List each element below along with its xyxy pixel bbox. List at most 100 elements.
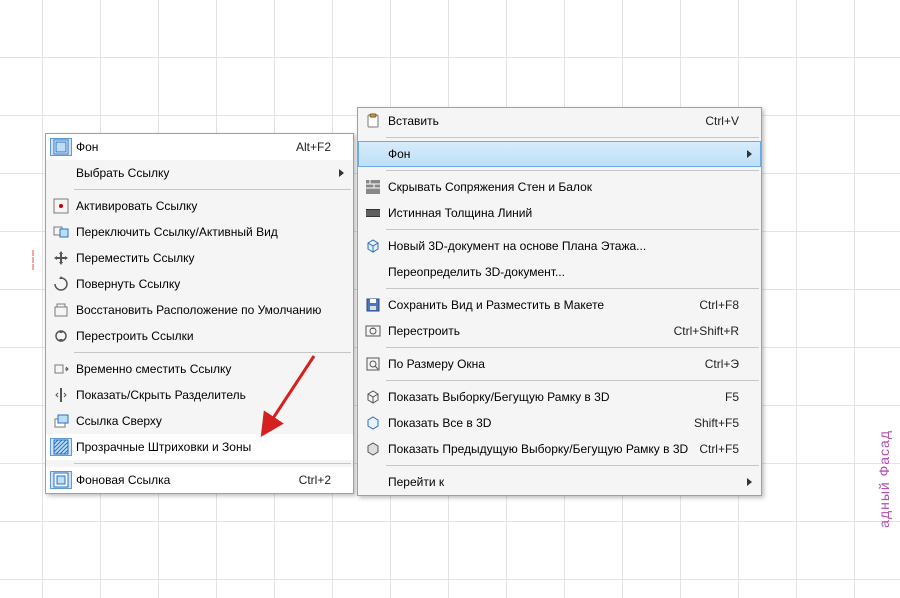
- elevation-label: адный Фасад: [876, 430, 896, 528]
- submenu-arrow-icon: [747, 475, 755, 489]
- menu-item[interactable]: Показать/Скрыть Разделитель: [46, 382, 353, 408]
- menu-item-label: Показать Предыдущую Выборку/Бегущую Рамк…: [384, 442, 699, 456]
- restore-icon: [50, 301, 72, 319]
- bglink-icon: [50, 471, 72, 489]
- paste-icon: [362, 112, 384, 130]
- showall3d-icon: [362, 414, 384, 432]
- menu-item[interactable]: Перестроить Ссылки: [46, 323, 353, 349]
- menu-separator: [386, 170, 759, 171]
- switch-icon: [50, 223, 72, 241]
- menu-item[interactable]: Активировать Ссылку: [46, 193, 353, 219]
- menu-item-label: Фоновая Ссылка: [72, 473, 299, 487]
- menu-item-label: Перестроить: [384, 324, 674, 338]
- menu-item-label: Активировать Ссылку: [72, 199, 339, 213]
- menu-item-label: Переопределить 3D-документ...: [384, 265, 747, 279]
- menu-separator: [386, 229, 759, 230]
- menu-item-label: По Размеру Окна: [384, 357, 705, 371]
- showprev3d-icon: [362, 440, 384, 458]
- ontop-icon: [50, 412, 72, 430]
- background-icon: [50, 138, 72, 156]
- blank-icon: [362, 263, 384, 281]
- menu-item[interactable]: Скрывать Сопряжения Стен и Балок: [358, 174, 761, 200]
- menu-item[interactable]: Повернуть Ссылку: [46, 271, 353, 297]
- blank-icon: [362, 145, 384, 163]
- menu-item[interactable]: Переопределить 3D-документ...: [358, 259, 761, 285]
- menu-item-shortcut: Ctrl+V: [705, 114, 747, 128]
- menu-item-shortcut: Shift+F5: [694, 416, 747, 430]
- new3d-icon: [362, 237, 384, 255]
- show3d-icon: [362, 388, 384, 406]
- walls-icon: [362, 178, 384, 196]
- lines-icon: [362, 204, 384, 222]
- menu-item[interactable]: ВставитьCtrl+V: [358, 108, 761, 134]
- menu-item[interactable]: Истинная Толщина Линий: [358, 200, 761, 226]
- save-icon: [362, 296, 384, 314]
- menu-item-shortcut: Ctrl+Shift+R: [674, 324, 747, 338]
- menu-item[interactable]: Новый 3D-документ на основе Плана Этажа.…: [358, 233, 761, 259]
- fit-icon: [362, 355, 384, 373]
- context-menu-trace-reference[interactable]: ФонAlt+F2Выбрать Ссылку Активировать Ссыл…: [45, 133, 354, 494]
- context-menu-main[interactable]: ВставитьCtrl+V Фон Скрывать Сопряжения Сте…: [357, 107, 762, 496]
- menu-item[interactable]: Ссылка Сверху: [46, 408, 353, 434]
- menu-item[interactable]: Показать Предыдущую Выборку/Бегущую Рамк…: [358, 436, 761, 462]
- rebuild-icon: [50, 327, 72, 345]
- menu-item[interactable]: По Размеру ОкнаCtrl+Э: [358, 351, 761, 377]
- menu-item-label: Вставить: [384, 114, 705, 128]
- menu-item-shortcut: Ctrl+F5: [699, 442, 747, 456]
- activate-icon: [50, 197, 72, 215]
- menu-item-label: Показать/Скрыть Разделитель: [72, 388, 339, 402]
- menu-item-label: Ссылка Сверху: [72, 414, 339, 428]
- submenu-arrow-icon: [747, 147, 755, 161]
- menu-item-label: Истинная Толщина Линий: [384, 206, 747, 220]
- transparent-icon: [50, 438, 72, 456]
- menu-separator: [386, 347, 759, 348]
- menu-item-shortcut: Ctrl+2: [299, 473, 339, 487]
- menu-item-label: Показать Выборку/Бегущую Рамку в 3D: [384, 390, 725, 404]
- menu-item-label: Временно сместить Ссылку: [72, 362, 339, 376]
- menu-item-label: Фон: [384, 147, 747, 161]
- menu-item-label: Прозрачные Штриховки и Зоны: [72, 440, 339, 454]
- menu-item[interactable]: Выбрать Ссылку: [46, 160, 353, 186]
- rebuild2-icon: [362, 322, 384, 340]
- menu-item[interactable]: ФонAlt+F2: [46, 134, 353, 160]
- menu-item[interactable]: Восстановить Расположение по Умолчанию: [46, 297, 353, 323]
- menu-separator: [386, 380, 759, 381]
- menu-separator: [386, 288, 759, 289]
- menu-separator: [74, 189, 351, 190]
- menu-separator: [74, 352, 351, 353]
- menu-item[interactable]: Временно сместить Ссылку: [46, 356, 353, 382]
- menu-separator: [74, 463, 351, 464]
- menu-item-label: Перестроить Ссылки: [72, 329, 339, 343]
- menu-item-shortcut: F5: [725, 390, 747, 404]
- menu-item-label: Переключить Ссылку/Активный Вид: [72, 225, 339, 239]
- menu-item[interactable]: ПерестроитьCtrl+Shift+R: [358, 318, 761, 344]
- menu-item[interactable]: Фон: [358, 141, 761, 167]
- menu-item[interactable]: Показать Выборку/Бегущую Рамку в 3DF5: [358, 384, 761, 410]
- submenu-arrow-icon: [339, 166, 347, 180]
- menu-item[interactable]: Показать Все в 3DShift+F5: [358, 410, 761, 436]
- menu-item-label: Повернуть Ссылку: [72, 277, 339, 291]
- section-marker: [32, 250, 42, 270]
- menu-item-label: Новый 3D-документ на основе Плана Этажа.…: [384, 239, 747, 253]
- menu-item-label: Показать Все в 3D: [384, 416, 694, 430]
- menu-item[interactable]: Фоновая СсылкаCtrl+2: [46, 467, 353, 493]
- menu-item[interactable]: Переключить Ссылку/Активный Вид: [46, 219, 353, 245]
- blank-icon: [362, 473, 384, 491]
- menu-item-label: Фон: [72, 140, 296, 154]
- move-icon: [50, 249, 72, 267]
- menu-item[interactable]: Переместить Ссылку: [46, 245, 353, 271]
- menu-item-label: Восстановить Расположение по Умолчанию: [72, 303, 339, 317]
- menu-item[interactable]: Прозрачные Штриховки и Зоны: [46, 434, 353, 460]
- menu-separator: [386, 137, 759, 138]
- menu-item-label: Сохранить Вид и Разместить в Макете: [384, 298, 699, 312]
- menu-item[interactable]: Перейти к: [358, 469, 761, 495]
- menu-separator: [386, 465, 759, 466]
- tempmove-icon: [50, 360, 72, 378]
- menu-item-label: Перейти к: [384, 475, 747, 489]
- menu-item-label: Переместить Ссылку: [72, 251, 339, 265]
- menu-item-shortcut: Ctrl+F8: [699, 298, 747, 312]
- splitter-icon: [50, 386, 72, 404]
- menu-item[interactable]: Сохранить Вид и Разместить в МакетеCtrl+…: [358, 292, 761, 318]
- rotate-icon: [50, 275, 72, 293]
- blank-icon: [50, 164, 72, 182]
